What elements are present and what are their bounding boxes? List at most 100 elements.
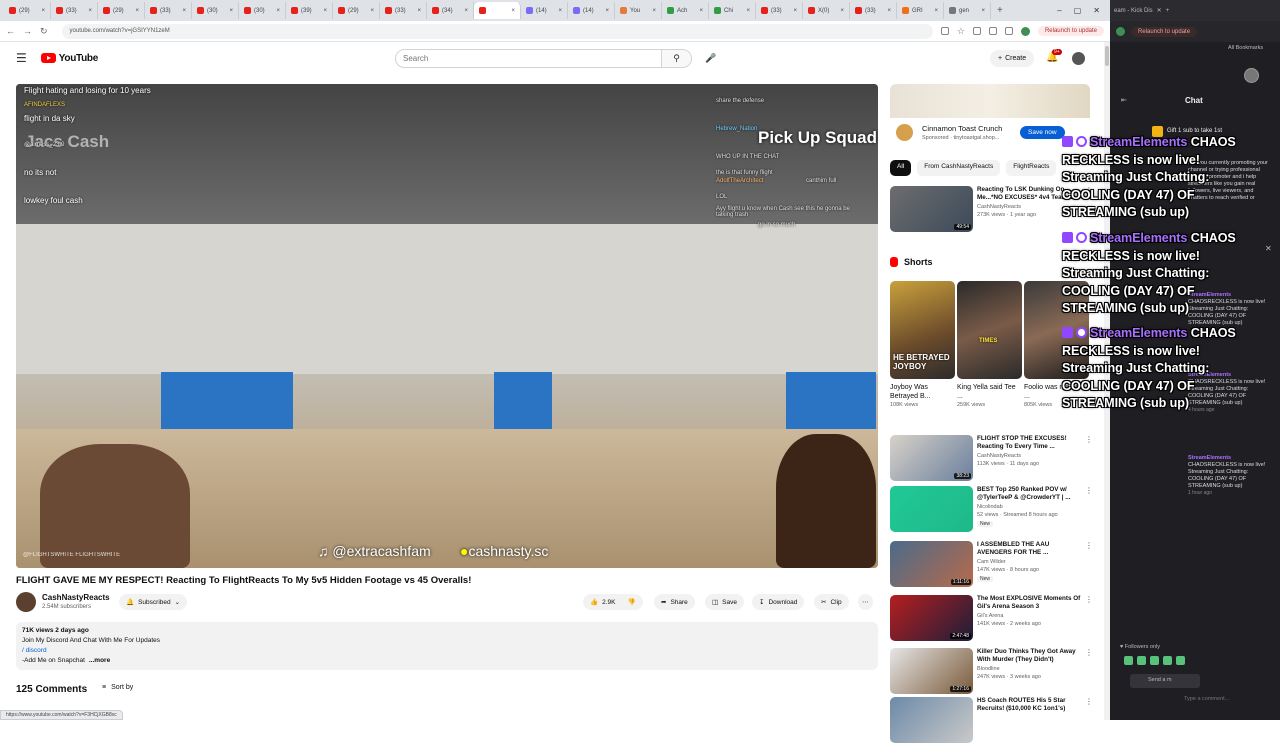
- video-title[interactable]: BEST Top 250 Ranked POV w/ @TylerTeeP & …: [977, 486, 1081, 502]
- browser-tab[interactable]: (29) ×: [98, 2, 145, 19]
- tab-close-icon[interactable]: ×: [417, 8, 421, 14]
- browser-tab[interactable]: You ×: [615, 2, 662, 19]
- search-icon[interactable]: ⚲: [661, 50, 691, 67]
- video-channel[interactable]: Gil's Arena: [977, 613, 1003, 619]
- sponsored-ad[interactable]: Cinnamon Toast Crunch Sponsored · tinyto…: [890, 84, 1090, 150]
- like-button[interactable]: 👍 2.9K 👎: [583, 594, 643, 610]
- tab-close-icon[interactable]: ×: [699, 8, 703, 14]
- extensions-icon[interactable]: [972, 27, 981, 35]
- video-title[interactable]: HS Coach ROUTES His 5 Star Recruits! ($1…: [977, 697, 1081, 713]
- more-options-icon[interactable]: ⋮: [1085, 435, 1093, 444]
- tab-close-icon[interactable]: ×: [135, 8, 139, 14]
- channel-avatar[interactable]: [16, 592, 36, 612]
- scrollbar-thumb[interactable]: [1105, 46, 1109, 66]
- emote-icon[interactable]: [1176, 656, 1185, 665]
- browser-tab[interactable]: gen ×: [944, 2, 991, 19]
- tab-close-icon[interactable]: ×: [840, 8, 844, 14]
- video-thumbnail[interactable]: 38:23: [890, 435, 973, 481]
- comment-input[interactable]: Type a comment...: [1184, 696, 1229, 702]
- video-thumbnail[interactable]: 1:27:16: [890, 648, 973, 694]
- tab-close-icon[interactable]: ×: [323, 8, 327, 14]
- video-channel[interactable]: Nicolindab: [977, 504, 1003, 510]
- channel-name[interactable]: CashNastyReacts: [42, 593, 110, 602]
- search-input[interactable]: [396, 54, 661, 63]
- close-icon[interactable]: ✕: [1265, 244, 1272, 253]
- profile-icon[interactable]: [1116, 27, 1125, 36]
- chip-all[interactable]: All: [890, 160, 912, 176]
- user-avatar[interactable]: [1244, 68, 1259, 83]
- browser-tab[interactable]: (33) ×: [145, 2, 192, 19]
- recommended-video[interactable]: 1:27:16 Killer Duo Thinks They Got Away W…: [890, 648, 1095, 696]
- tab-close-icon[interactable]: ×: [793, 8, 797, 14]
- reload-icon[interactable]: ↻: [40, 26, 48, 37]
- new-tab-icon[interactable]: +: [1166, 8, 1170, 14]
- collapse-chat-icon[interactable]: ⇤: [1121, 96, 1127, 104]
- video-title[interactable]: FLIGHT STOP THE EXCUSES! Reacting To Eve…: [977, 435, 1081, 451]
- relaunch-button[interactable]: Relaunch to update: [1131, 26, 1198, 37]
- browser-tab[interactable]: (30) ×: [192, 2, 239, 19]
- tab-close-icon[interactable]: ×: [182, 8, 186, 14]
- short-thumbnail[interactable]: TIMES: [957, 281, 1022, 379]
- video-thumbnail[interactable]: 1:11:16: [890, 541, 973, 587]
- relaunch-button[interactable]: Relaunch to update: [1037, 26, 1104, 36]
- description-box[interactable]: 71K views 2 days ago Join My Discord And…: [16, 622, 878, 670]
- mic-icon[interactable]: 🎤: [705, 53, 716, 64]
- profile-icon[interactable]: [1020, 26, 1030, 36]
- recommended-video[interactable]: BEST Top 250 Ranked POV w/ @TylerTeeP & …: [890, 486, 1095, 534]
- short-item[interactable]: TIMES King Yella said Tee ... 259K views: [957, 281, 1022, 408]
- discord-link[interactable]: / discord: [22, 646, 872, 656]
- browser-tab[interactable]: (29) ×: [4, 2, 51, 19]
- create-button[interactable]: + Create: [990, 50, 1035, 67]
- close-icon[interactable]: ✕: [1157, 7, 1162, 14]
- video-title[interactable]: Killer Duo Thinks They Got Away With Mur…: [977, 648, 1081, 664]
- browser-tab[interactable]: X(0) ×: [803, 2, 850, 19]
- tab-close-icon[interactable]: ×: [41, 8, 45, 14]
- sort-by-button[interactable]: ≡ Sort by: [102, 684, 133, 691]
- more-options-icon[interactable]: ⋮: [1085, 486, 1093, 495]
- video-thumbnail[interactable]: [890, 486, 973, 532]
- browser-tab[interactable]: (33) ×: [51, 2, 98, 19]
- clip-button[interactable]: ✂ Clip: [814, 594, 849, 610]
- tab-close-icon[interactable]: ×: [229, 8, 233, 14]
- browser-tab[interactable]: (30) ×: [239, 2, 286, 19]
- tab-close-icon[interactable]: ×: [652, 8, 656, 14]
- cast-icon[interactable]: [940, 27, 949, 35]
- chip-flightreacts[interactable]: FlightReacts: [1006, 160, 1057, 176]
- browser-tab[interactable]: (33) ×: [850, 2, 897, 19]
- emote-icon[interactable]: [1124, 656, 1133, 665]
- video-thumbnail[interactable]: 2:47:48: [890, 595, 973, 641]
- emote-icon[interactable]: [1150, 656, 1159, 665]
- ad-save-button[interactable]: Save now: [1020, 126, 1065, 139]
- tab-close-icon[interactable]: ×: [370, 8, 374, 14]
- recommended-video[interactable]: HS Coach ROUTES His 5 Star Recruits! ($1…: [890, 697, 1095, 745]
- menu-icon[interactable]: ☰: [16, 51, 27, 65]
- more-actions-button[interactable]: ⋯: [858, 594, 873, 610]
- send-message-input[interactable]: Send a m: [1130, 674, 1200, 688]
- bookmark-star-icon[interactable]: ☆: [957, 26, 965, 37]
- download-icon[interactable]: [1004, 27, 1013, 35]
- recommended-video[interactable]: 38:23 FLIGHT STOP THE EXCUSES! Reacting T…: [890, 435, 1095, 483]
- short-thumbnail[interactable]: HE BETRAYED JOYBOY: [890, 281, 955, 379]
- all-bookmarks[interactable]: All Bookmarks: [1228, 45, 1263, 51]
- short-title[interactable]: King Yella said Tee ...: [957, 383, 1022, 401]
- more-button[interactable]: ...more: [89, 657, 110, 664]
- video-thumbnail[interactable]: 49:54: [890, 186, 973, 232]
- short-item[interactable]: HE BETRAYED JOYBOY Joyboy Was Betrayed B.…: [890, 281, 955, 408]
- browser-tab[interactable]: (14) ×: [521, 2, 568, 19]
- close-icon[interactable]: ✕: [1093, 6, 1100, 15]
- recommended-video[interactable]: 1:11:16 I ASSEMBLED THE AAU AVENGERS FOR …: [890, 541, 1095, 589]
- maximize-icon[interactable]: ▢: [1074, 6, 1082, 15]
- browser-tab[interactable]: Chi ×: [709, 2, 756, 19]
- emote-icon[interactable]: [1163, 656, 1172, 665]
- tab-close-icon[interactable]: ×: [887, 8, 891, 14]
- browser-tab[interactable]: (34) ×: [427, 2, 474, 19]
- video-channel[interactable]: Cam Wilder: [977, 559, 1006, 565]
- video-channel[interactable]: Bloodline: [977, 666, 1000, 672]
- forward-icon[interactable]: →: [23, 26, 32, 36]
- youtube-logo[interactable]: YouTube: [40, 53, 98, 64]
- browser-tab[interactable]: Ach ×: [662, 2, 709, 19]
- new-tab-icon[interactable]: +: [991, 5, 1009, 16]
- browser-tab[interactable]: (29) ×: [333, 2, 380, 19]
- subscribed-button[interactable]: 🔔 Subscribed ⌄: [119, 594, 188, 610]
- video-player[interactable]: Flight hating and losing for 10 years Ja…: [16, 84, 878, 568]
